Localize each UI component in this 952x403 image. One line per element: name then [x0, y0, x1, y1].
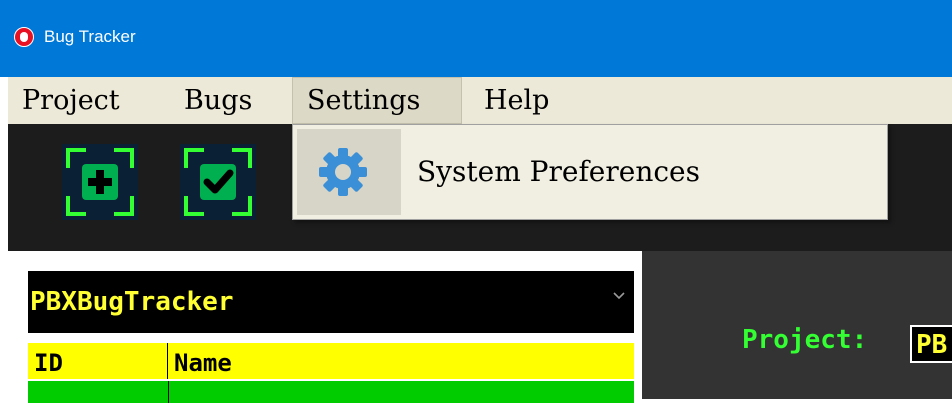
chevron-down-icon [613, 292, 625, 300]
column-divider [168, 381, 169, 403]
project-selector-value: PBXBugTracker [30, 287, 234, 317]
menu-help[interactable]: Help [478, 77, 578, 124]
table-row[interactable] [28, 381, 634, 403]
project-field[interactable]: PB [910, 325, 952, 363]
project-selector[interactable]: PBXBugTracker [28, 271, 634, 333]
grid-header: ID Name [28, 343, 634, 379]
menu-item-label: System Preferences [417, 155, 700, 188]
project-label: Project: [742, 325, 868, 355]
bug-grid: ID Name [28, 343, 634, 403]
menu-item-system-preferences[interactable]: System Preferences [297, 129, 883, 215]
bug-list-panel: PBXBugTracker ID Name [8, 251, 636, 403]
gear-icon [319, 148, 367, 196]
menu-settings[interactable]: Settings [292, 77, 462, 124]
menu-bar: Project Bugs Settings Help [8, 77, 952, 124]
menu-icon-column [297, 129, 401, 215]
menu-project[interactable]: Project [16, 77, 166, 124]
bug-icon [14, 27, 34, 47]
main-content: PBXBugTracker ID Name Project: PB [8, 251, 952, 403]
check-icon [200, 164, 236, 200]
bug-details-panel: Project: PB [636, 251, 952, 399]
project-field-value: PB [916, 330, 948, 360]
add-icon [82, 164, 118, 200]
column-header-name[interactable]: Name [168, 343, 634, 379]
menu-bugs[interactable]: Bugs [178, 77, 283, 124]
settings-dropdown-menu: System Preferences [292, 124, 888, 220]
title-bar: Bug Tracker [0, 0, 952, 77]
resolve-bug-button[interactable] [180, 144, 256, 220]
add-bug-button[interactable] [62, 144, 138, 220]
column-header-id[interactable]: ID [28, 343, 168, 379]
window-title: Bug Tracker [44, 27, 136, 46]
